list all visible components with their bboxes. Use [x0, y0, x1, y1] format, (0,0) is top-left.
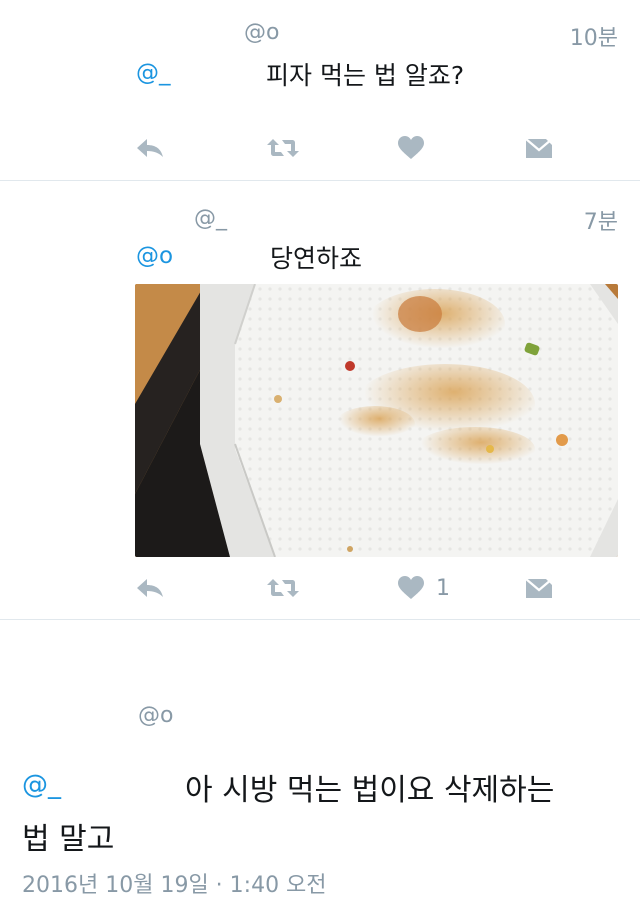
reply-to-handle[interactable]: @o — [136, 243, 173, 269]
reply-icon — [137, 139, 163, 157]
retweet-button[interactable] — [267, 573, 299, 603]
tweet-actions: 1 — [135, 573, 605, 603]
main-tweet-timestamp: 2016년 10월 19일 · 1:40 오전 — [22, 873, 327, 898]
tweet-actions — [135, 133, 605, 163]
retweet-icon — [267, 579, 299, 597]
like-button[interactable]: 1 — [398, 573, 450, 603]
like-icon — [398, 576, 424, 599]
tweet-time: 10분 — [569, 26, 618, 51]
tweet-1[interactable]: @o 10분 @_ 피자 먹는 법 알죠? — [0, 0, 640, 180]
main-tweet-text-line-1: 아 시방 먹는 법이요 삭제하는 — [185, 773, 555, 808]
reply-to-handle[interactable]: @_ — [136, 60, 171, 86]
main-tweet: @o @_ 아 시방 먹는 법이요 삭제하는 법 말고 2016년 10월 19… — [0, 620, 640, 898]
tweet-author-handle[interactable]: @o — [244, 20, 279, 45]
like-count: 1 — [436, 575, 450, 601]
message-icon — [526, 576, 552, 598]
tweet-text: 피자 먹는 법 알죠? — [266, 61, 465, 90]
tweet-photo-pizza-box[interactable] — [135, 284, 618, 557]
main-tweet-reply-to-handle[interactable]: @_ — [22, 770, 61, 800]
message-button[interactable] — [526, 573, 552, 603]
tweet-time: 7분 — [583, 210, 618, 235]
reply-button[interactable] — [135, 573, 165, 603]
retweet-icon — [267, 139, 299, 157]
photo-image — [135, 284, 618, 557]
like-button[interactable] — [398, 133, 436, 163]
retweet-button[interactable] — [267, 133, 299, 163]
main-tweet-author-handle[interactable]: @o — [138, 703, 173, 728]
reply-icon — [137, 579, 163, 597]
tweet-text: 당연하죠 — [270, 244, 363, 273]
reply-button[interactable] — [135, 133, 165, 163]
message-button[interactable] — [526, 133, 552, 163]
main-tweet-text-line-2: 법 말고 — [22, 822, 115, 857]
message-icon — [526, 136, 552, 158]
tweet-author-handle[interactable]: @_ — [194, 206, 227, 231]
tweet-2[interactable]: @_ 7분 @o 당연하죠 1 — [0, 181, 640, 619]
like-icon — [398, 136, 424, 159]
